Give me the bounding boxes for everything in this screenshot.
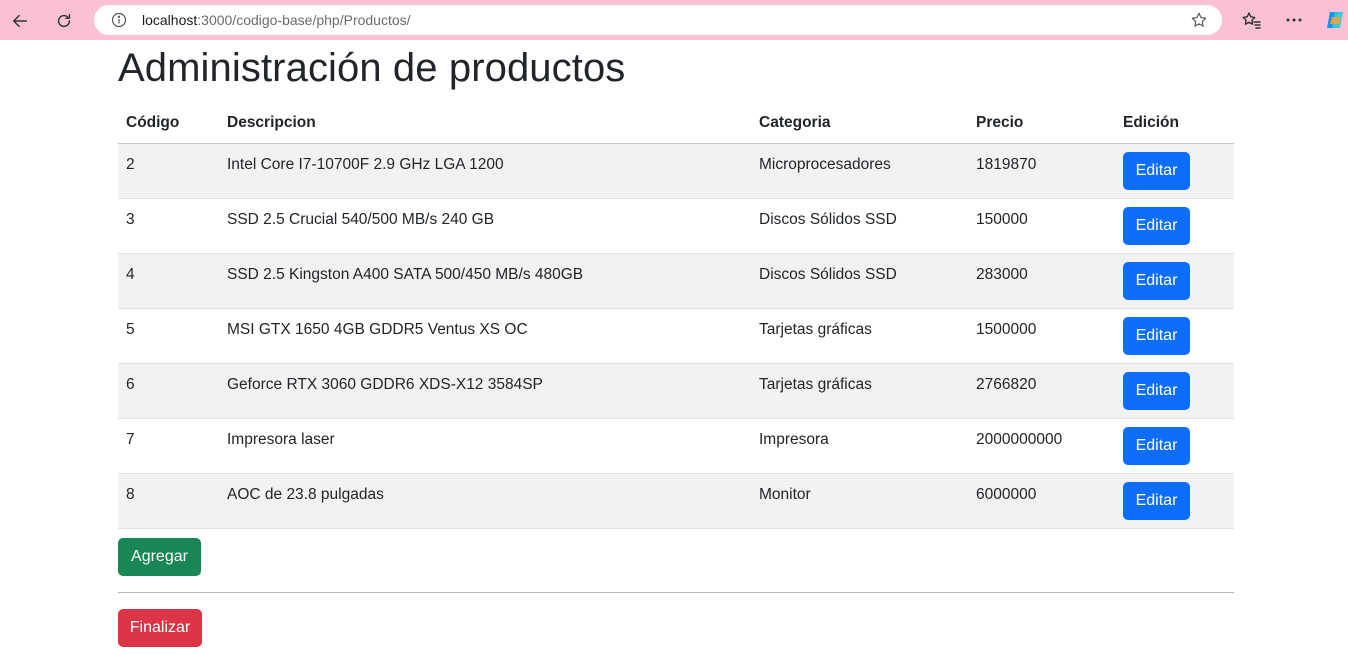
cell-description: Intel Core I7-10700F 2.9 GHz LGA 1200 [219, 143, 751, 199]
cell-category: Tarjetas gráficas [751, 308, 968, 364]
add-section: Agregar [118, 538, 201, 576]
cell-description: MSI GTX 1650 4GB GDDR5 Ventus XS OC [219, 308, 751, 364]
browser-toolbar: localhost:3000/codigo-base/php/Productos… [0, 0, 1348, 40]
back-arrow-icon [12, 14, 28, 28]
info-icon[interactable] [111, 12, 127, 28]
edit-button[interactable]: Editar [1123, 261, 1190, 300]
header-category: Categoria [751, 103, 968, 144]
table-row: 2 Intel Core I7-10700F 2.9 GHz LGA 1200 … [118, 143, 1234, 199]
cell-code: 3 [118, 198, 219, 254]
finish-button[interactable]: Finalizar [118, 609, 202, 647]
cell-price: 283000 [968, 253, 1115, 309]
cell-edit: Editar [1115, 143, 1234, 199]
table-row: 7 Impresora laser Impresora 2000000000 E… [118, 418, 1234, 474]
table-row: 8 AOC de 23.8 pulgadas Monitor 6000000 E… [118, 473, 1234, 529]
header-description: Descripcion [219, 103, 751, 144]
header-code: Código [118, 103, 219, 144]
cell-code: 2 [118, 143, 219, 199]
cell-edit: Editar [1115, 363, 1234, 419]
products-table: Código Descripcion Categoria Precio Edic… [118, 103, 1234, 529]
main-container: Administración de productos Código Descr… [118, 40, 1234, 647]
table-row: 3 SSD 2.5 Crucial 540/500 MB/s 240 GB Di… [118, 198, 1234, 254]
refresh-icon [57, 13, 71, 28]
cell-edit: Editar [1115, 253, 1234, 309]
edit-button[interactable]: Editar [1123, 426, 1190, 465]
edit-button[interactable]: Editar [1123, 316, 1190, 355]
cell-description: AOC de 23.8 pulgadas [219, 473, 751, 529]
cell-edit: Editar [1115, 198, 1234, 254]
table-row: 6 Geforce RTX 3060 GDDR6 XDS-X12 3584SP … [118, 363, 1234, 419]
divider [118, 592, 1234, 593]
finish-section: Finalizar [118, 609, 202, 647]
cell-category: Microprocesadores [751, 143, 968, 199]
cell-code: 4 [118, 253, 219, 309]
refresh-button[interactable] [51, 8, 77, 34]
favorites-icon[interactable] [1241, 10, 1261, 30]
cell-price: 150000 [968, 198, 1115, 254]
page-title: Administración de productos [118, 46, 626, 90]
cell-code: 6 [118, 363, 219, 419]
copilot-icon[interactable] [1324, 9, 1346, 31]
cell-price: 6000000 [968, 473, 1115, 529]
cell-category: Impresora [751, 418, 968, 474]
add-button[interactable]: Agregar [118, 538, 201, 576]
cell-category: Discos Sólidos SSD [751, 253, 968, 309]
cell-description: SSD 2.5 Crucial 540/500 MB/s 240 GB [219, 198, 751, 254]
cell-category: Tarjetas gráficas [751, 363, 968, 419]
cell-code: 7 [118, 418, 219, 474]
edit-button[interactable]: Editar [1123, 206, 1190, 245]
edit-button[interactable]: Editar [1123, 481, 1190, 520]
cell-price: 2766820 [968, 363, 1115, 419]
more-icon[interactable] [1284, 10, 1304, 30]
cell-edit: Editar [1115, 473, 1234, 529]
cell-code: 5 [118, 308, 219, 364]
table-row: 4 SSD 2.5 Kingston A400 SATA 500/450 MB/… [118, 253, 1234, 309]
table-header-row: Código Descripcion Categoria Precio Edic… [118, 103, 1234, 144]
table-row: 5 MSI GTX 1650 4GB GDDR5 Ventus XS OC Ta… [118, 308, 1234, 364]
url-text[interactable]: localhost:3000/codigo-base/php/Productos… [142, 12, 411, 28]
edit-button[interactable]: Editar [1123, 151, 1190, 190]
cell-category: Discos Sólidos SSD [751, 198, 968, 254]
header-price: Precio [968, 103, 1115, 144]
cell-description: Geforce RTX 3060 GDDR6 XDS-X12 3584SP [219, 363, 751, 419]
cell-description: Impresora laser [219, 418, 751, 474]
back-button[interactable] [7, 8, 33, 34]
cell-description: SSD 2.5 Kingston A400 SATA 500/450 MB/s … [219, 253, 751, 309]
cell-edit: Editar [1115, 418, 1234, 474]
edit-button[interactable]: Editar [1123, 371, 1190, 410]
cell-code: 8 [118, 473, 219, 529]
address-bar[interactable]: localhost:3000/codigo-base/php/Productos… [94, 5, 1222, 35]
cell-price: 1500000 [968, 308, 1115, 364]
cell-category: Monitor [751, 473, 968, 529]
header-edit: Edición [1115, 103, 1234, 144]
cell-price: 1819870 [968, 143, 1115, 199]
star-icon[interactable] [1190, 11, 1208, 29]
cell-price: 2000000000 [968, 418, 1115, 474]
cell-edit: Editar [1115, 308, 1234, 364]
